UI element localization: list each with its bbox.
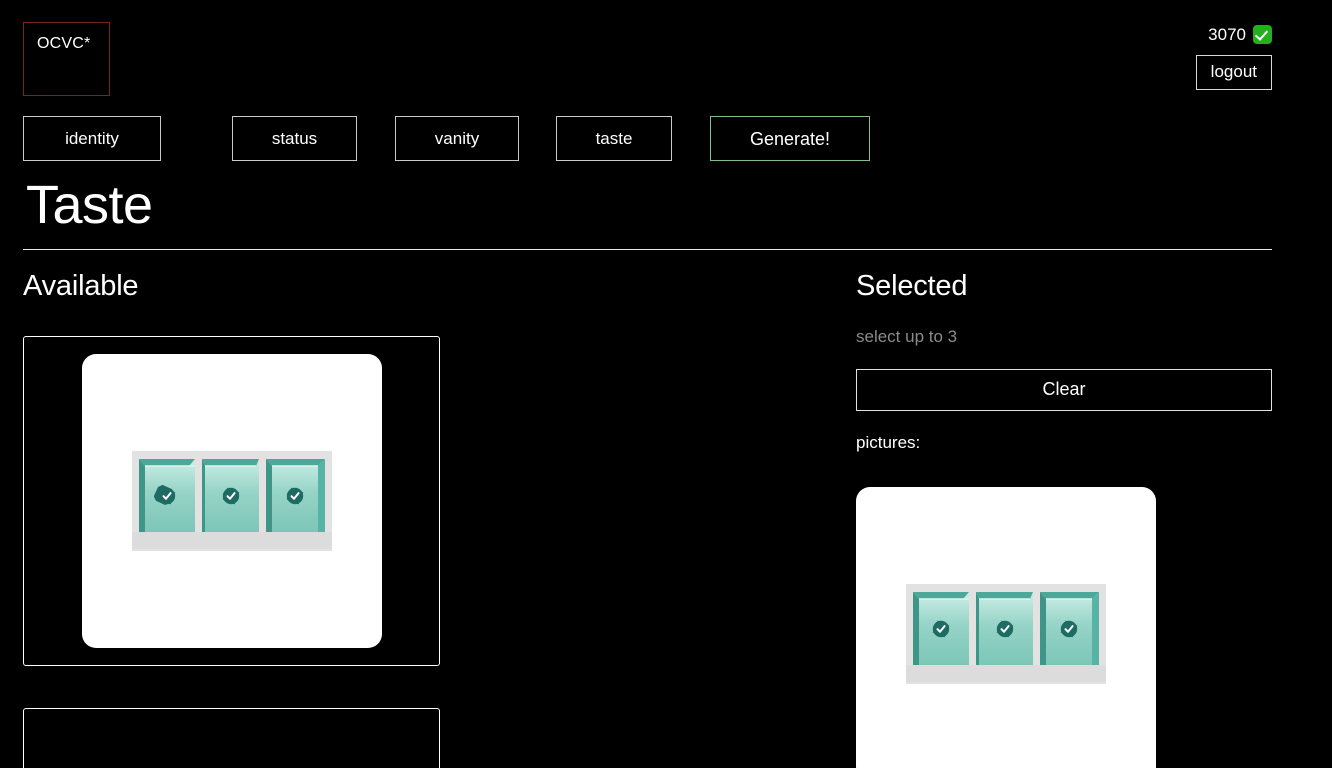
selected-column: Selected select up to 3 Clear pictures: — [856, 270, 1272, 768]
clear-button[interactable]: Clear — [856, 368, 1272, 411]
available-heading: Available — [23, 270, 139, 302]
available-card-image-frame — [81, 354, 382, 649]
nav-item-vanity[interactable]: vanity — [395, 116, 519, 161]
nav-item-taste[interactable]: taste — [556, 116, 672, 161]
account-id: 3070 — [1208, 24, 1246, 44]
glass-panels-artwork — [906, 584, 1106, 685]
title-divider — [23, 249, 1272, 250]
verified-check-icon — [1253, 24, 1272, 44]
generate-button[interactable]: Generate! — [710, 116, 870, 161]
selected-heading: Selected — [856, 270, 968, 302]
account-id-row: 3070 — [1072, 22, 1272, 46]
nav-item-status[interactable]: status — [232, 116, 357, 161]
logout-button[interactable]: logout — [1195, 55, 1272, 91]
pictures-label: pictures: — [856, 432, 921, 452]
available-card[interactable] — [23, 336, 440, 667]
top-bar: OCVC* 3070 logout — [0, 0, 1332, 110]
available-card-grid — [23, 336, 833, 768]
nav-item-identity[interactable]: identity — [23, 116, 161, 161]
selection-limit-hint: select up to 3 — [856, 327, 958, 347]
available-column: Available — [23, 270, 833, 768]
available-card[interactable] — [23, 708, 440, 768]
account-area: 3070 logout — [1072, 22, 1272, 91]
selected-card[interactable] — [856, 487, 1156, 768]
glass-panels-artwork — [131, 451, 332, 552]
brand-logo[interactable]: OCVC* — [23, 22, 110, 96]
page-title: Taste — [26, 175, 153, 235]
main-nav: identity status vanity taste Generate! — [23, 116, 870, 161]
brand-logo-text: OCVC* — [37, 35, 91, 52]
